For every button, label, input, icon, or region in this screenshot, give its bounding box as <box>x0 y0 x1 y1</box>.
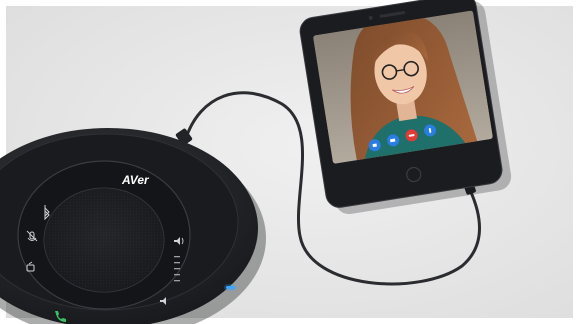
smartphone <box>299 0 512 214</box>
brand-logo: AVer <box>121 173 150 187</box>
photo-canvas: AVer <box>0 0 579 324</box>
product-photo: AVer <box>0 0 579 324</box>
